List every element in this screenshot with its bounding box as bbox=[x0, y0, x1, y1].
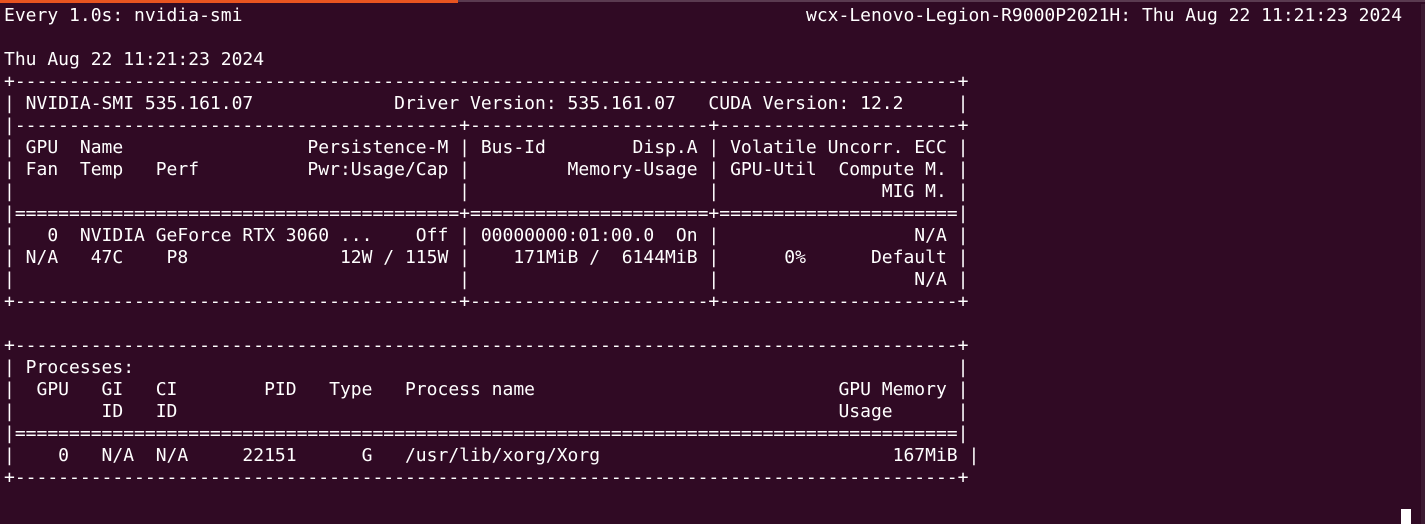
version-row: | NVIDIA-SMI 535.161.07 Driver Version: … bbox=[4, 93, 969, 114]
processes-header-row-2: | ID ID Usage | bbox=[4, 401, 969, 422]
processes-header-row-1: | GPU GI CI PID Type Process name GPU Me… bbox=[4, 379, 969, 400]
table-border-top: +---------------------------------------… bbox=[4, 71, 969, 92]
processes-title-row: | Processes: | bbox=[4, 357, 969, 378]
tab-progress-track bbox=[458, 0, 1425, 2]
process-row: | 0 N/A N/A 22151 G /usr/lib/xorg/Xorg 1… bbox=[4, 445, 980, 466]
gpu-header-row-2: | Fan Temp Perf Pwr:Usage/Cap | Memory-U… bbox=[4, 159, 969, 180]
table-border-bottom: +---------------------------------------… bbox=[4, 291, 969, 312]
watch-host-time: wcx-Lenovo-Legion-R9000P2021H: Thu Aug 2… bbox=[806, 5, 1403, 26]
processes-border-top: +---------------------------------------… bbox=[4, 335, 969, 356]
table-separator: |---------------------------------------… bbox=[4, 115, 969, 136]
terminal-scrollbar[interactable] bbox=[1421, 4, 1425, 524]
output-timestamp: Thu Aug 22 11:21:23 2024 bbox=[4, 49, 265, 70]
processes-double-separator: |=======================================… bbox=[4, 423, 969, 444]
terminal-window[interactable]: Every 1.0s: nvidia-smi wcx-Lenovo-Legion… bbox=[0, 0, 1425, 524]
tab-progress-indicator bbox=[0, 0, 458, 3]
gpu-row-2: | N/A 47C P8 12W / 115W | 171MiB / 6144M… bbox=[4, 247, 969, 268]
watch-command-label: Every 1.0s: nvidia-smi bbox=[4, 5, 243, 26]
nvidia-smi-output: Thu Aug 22 11:21:23 2024 +--------------… bbox=[4, 49, 979, 489]
text-cursor bbox=[1401, 509, 1411, 524]
table-double-separator: |=======================================… bbox=[4, 203, 969, 224]
gpu-row-3: | | | N/A | bbox=[4, 269, 969, 290]
gpu-header-row-1: | GPU Name Persistence-M | Bus-Id Disp.A… bbox=[4, 137, 969, 158]
gpu-header-row-3: | | | MIG M. | bbox=[4, 181, 969, 202]
gpu-row-1: | 0 NVIDIA GeForce RTX 3060 ... Off | 00… bbox=[4, 225, 969, 246]
processes-border-bottom: +---------------------------------------… bbox=[4, 467, 969, 488]
